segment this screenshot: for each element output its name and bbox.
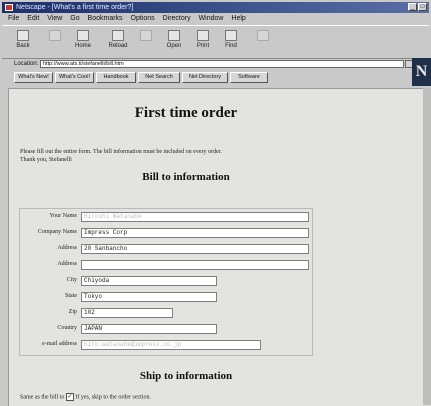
country-label: Country bbox=[57, 325, 77, 331]
toolbar: Back Home Reload Open Print Find bbox=[2, 25, 429, 59]
form-row-address-2: Address bbox=[20, 257, 312, 273]
back-arrow-icon bbox=[17, 30, 29, 41]
your-name-field[interactable]: Hiroshi Watanabe bbox=[81, 212, 309, 222]
menu-file[interactable]: File bbox=[8, 15, 19, 22]
form-row-zip: Zip 102 bbox=[20, 305, 312, 321]
forward-arrow-icon bbox=[49, 30, 61, 41]
find-button[interactable]: Find bbox=[216, 28, 246, 56]
home-icon bbox=[77, 30, 89, 41]
address-1-field[interactable]: 20 Sanbancho bbox=[81, 244, 309, 254]
open-button[interactable]: Open bbox=[159, 28, 189, 56]
menu-bookmarks[interactable]: Bookmarks bbox=[88, 15, 123, 22]
email-field[interactable]: hiro.watanabe@impress.co.jp bbox=[81, 340, 261, 350]
back-label: Back bbox=[16, 43, 30, 49]
same-as-bill-row: Same as the bill to ✓ If yes, skip to th… bbox=[20, 393, 151, 401]
reload-icon bbox=[112, 30, 124, 41]
title-bar: Netscape - [What's a first time order?] … bbox=[2, 2, 429, 13]
browser-window: Netscape - [What's a first time order?] … bbox=[0, 0, 431, 406]
vertical-scrollbar[interactable] bbox=[423, 88, 431, 405]
menu-bar: File Edit View Go Bookmarks Options Dire… bbox=[2, 14, 429, 24]
page-title: First time order bbox=[134, 105, 238, 121]
window-title: Netscape - [What's a first time order?] bbox=[16, 4, 134, 11]
same-as-bill-label: Same as the bill to bbox=[20, 394, 65, 401]
whats-new-button[interactable]: What's New! bbox=[14, 72, 53, 83]
zip-label: Zip bbox=[68, 309, 77, 315]
address-2-field[interactable] bbox=[81, 260, 309, 270]
address-2-label: Address bbox=[57, 261, 77, 267]
print-icon bbox=[197, 30, 209, 41]
menu-edit[interactable]: Edit bbox=[27, 15, 39, 22]
home-button[interactable]: Home bbox=[68, 28, 98, 56]
zip-field[interactable]: 102 bbox=[81, 308, 173, 318]
city-label: City bbox=[66, 277, 77, 283]
state-label: State bbox=[65, 293, 77, 299]
city-field[interactable]: Chiyoda bbox=[81, 276, 217, 286]
reload-label: Reload bbox=[108, 43, 128, 49]
minimize-button[interactable]: _ bbox=[408, 3, 417, 11]
net-search-button[interactable]: Net Search bbox=[138, 72, 180, 83]
form-row-your-name: Your Name Hiroshi Watanabe bbox=[20, 209, 312, 225]
images-icon bbox=[140, 30, 152, 41]
menu-go[interactable]: Go bbox=[70, 15, 79, 22]
form-row-city: City Chiyoda bbox=[20, 273, 312, 289]
handbook-button[interactable]: Handbook bbox=[96, 72, 136, 83]
address-1-label: Address bbox=[57, 245, 77, 251]
form-row-address-1: Address 20 Sanbancho bbox=[20, 241, 312, 257]
email-label: e-mail address bbox=[42, 341, 77, 347]
location-label: Location: bbox=[14, 61, 39, 67]
back-button[interactable]: Back bbox=[8, 28, 38, 56]
print-button[interactable]: Print bbox=[188, 28, 218, 56]
menu-help[interactable]: Help bbox=[231, 15, 245, 22]
stop-icon bbox=[257, 30, 269, 41]
company-name-label: Company Name bbox=[37, 229, 77, 235]
ship-heading: Ship to information bbox=[139, 370, 233, 382]
intro-line-1: Please fill out the entire form. The bil… bbox=[20, 149, 222, 155]
find-label: Find bbox=[225, 43, 237, 49]
intro-line-2: Thank you, Stefanelli bbox=[20, 157, 72, 163]
forward-button[interactable] bbox=[40, 28, 70, 56]
open-icon bbox=[168, 30, 180, 41]
state-field[interactable]: Tokyo bbox=[81, 292, 217, 302]
net-directory-button[interactable]: Net Directory bbox=[182, 72, 228, 83]
reload-button[interactable]: Reload bbox=[103, 28, 133, 56]
page-content: First time order Please fill out the ent… bbox=[8, 88, 431, 406]
find-icon bbox=[225, 30, 237, 41]
same-as-bill-checkbox[interactable]: ✓ bbox=[65, 393, 74, 401]
form-row-email: e-mail address hiro.watanabe@impress.co.… bbox=[20, 337, 312, 353]
open-label: Open bbox=[166, 43, 182, 49]
images-button[interactable] bbox=[131, 28, 161, 56]
stop-button[interactable] bbox=[248, 28, 278, 56]
maximize-button[interactable]: □ bbox=[418, 3, 427, 11]
location-bar: Location: http://www.ats.ti/stefanelli/b… bbox=[2, 59, 413, 69]
menu-options[interactable]: Options bbox=[131, 15, 155, 22]
form-row-state: State Tokyo bbox=[20, 289, 312, 305]
location-input[interactable]: http://www.ats.ti/stefanelli/bill.htm bbox=[40, 60, 404, 68]
menu-directory[interactable]: Directory bbox=[163, 15, 191, 22]
company-name-field[interactable]: Impress Corp bbox=[81, 228, 309, 238]
home-label: Home bbox=[74, 43, 91, 49]
bill-form-table: Your Name Hiroshi Watanabe Company Name … bbox=[19, 208, 313, 356]
menu-window[interactable]: Window bbox=[199, 15, 224, 22]
whats-cool-button[interactable]: What's Cool! bbox=[55, 72, 94, 83]
software-button[interactable]: Software bbox=[230, 72, 268, 83]
country-field[interactable]: JAPAN bbox=[81, 324, 217, 334]
netscape-logo: N bbox=[412, 58, 431, 86]
form-row-country: Country JAPAN bbox=[20, 321, 312, 337]
intro-text: Please fill out the entire form. The bil… bbox=[20, 148, 320, 164]
print-label: Print bbox=[196, 43, 210, 49]
your-name-label: Your Name bbox=[49, 213, 77, 219]
menu-view[interactable]: View bbox=[47, 15, 62, 22]
netscape-app-icon bbox=[5, 4, 13, 11]
bill-heading: Bill to information bbox=[142, 171, 230, 183]
same-as-bill-hint: If yes, skip to the order section. bbox=[75, 394, 151, 401]
form-row-company: Company Name Impress Corp bbox=[20, 225, 312, 241]
